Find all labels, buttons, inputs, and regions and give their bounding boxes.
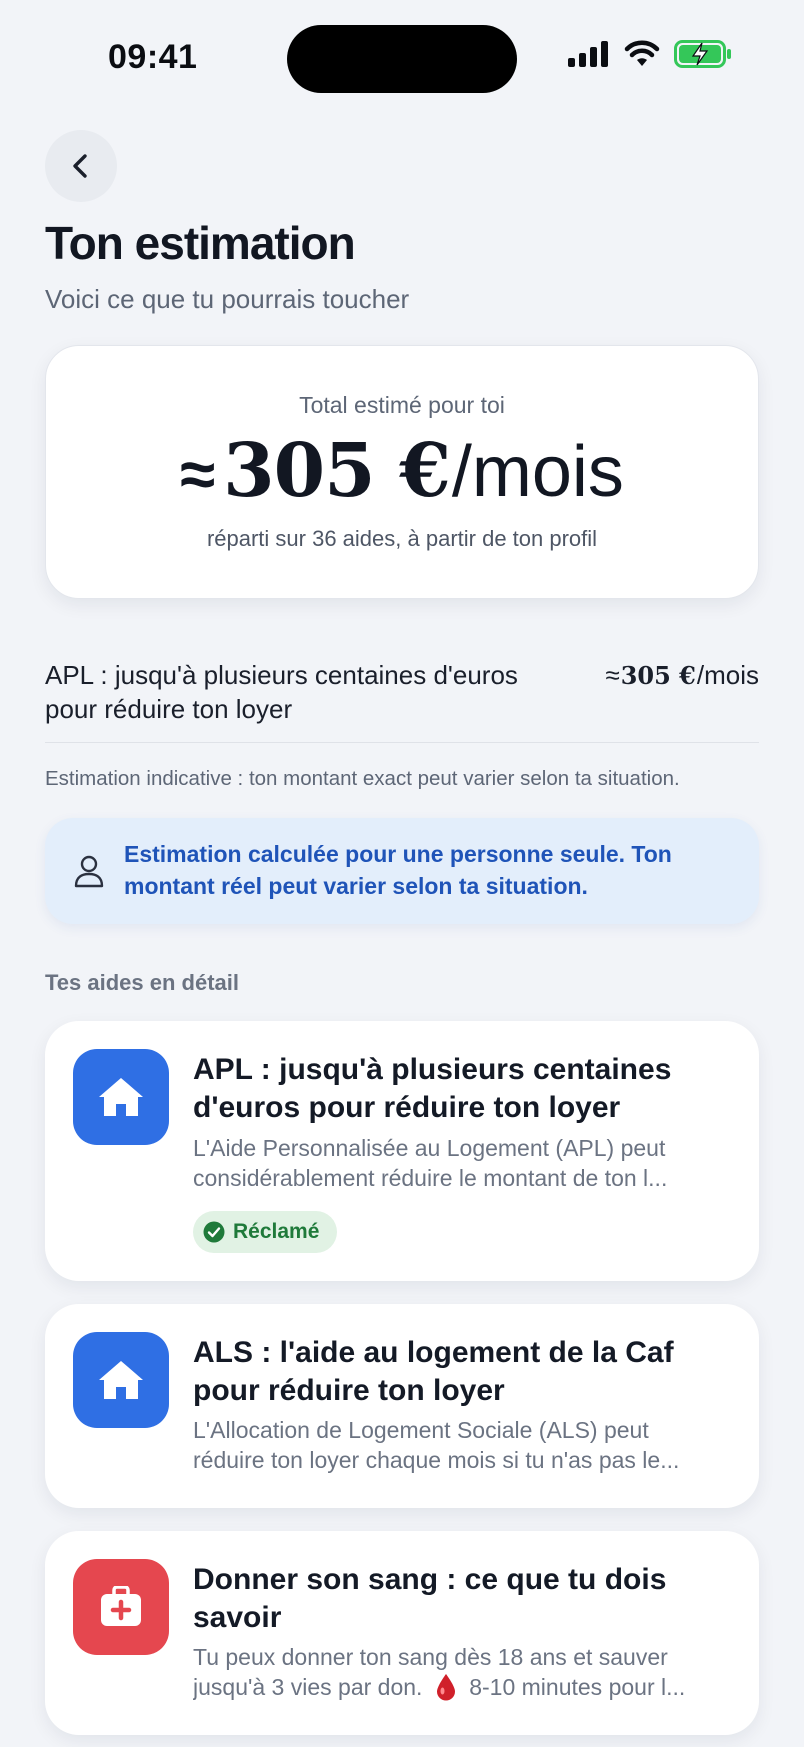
- aid-description: L'Aide Personnalisée au Logement (APL) p…: [193, 1133, 733, 1193]
- signal-icon: [568, 41, 608, 67]
- divider: [45, 742, 759, 743]
- total-amount-unit: /mois: [451, 432, 624, 512]
- breakdown-amount-unit: /mois: [696, 660, 759, 690]
- first-aid-kit-icon: [101, 1586, 141, 1626]
- check-circle-icon: [203, 1221, 225, 1243]
- aid-description-line: considérablement réduire le montant de t…: [193, 1165, 668, 1191]
- home-icon: [99, 1078, 143, 1116]
- info-banner-text: Estimation calculée pour une personne se…: [124, 841, 672, 899]
- battery-charging-icon: [674, 40, 731, 68]
- approx-symbol: ≈: [180, 438, 216, 510]
- person-icon: [74, 855, 104, 888]
- aid-icon-tile: [73, 1049, 169, 1145]
- status-icons: [568, 40, 732, 68]
- status-badge: Réclamé: [193, 1211, 338, 1253]
- page-subtitle: Voici ce que tu pourrais toucher: [45, 284, 410, 314]
- aid-title: Donner son sang : ce que tu dois savoir: [193, 1563, 667, 1634]
- blood-drop-icon: [436, 1674, 455, 1701]
- back-button[interactable]: [45, 130, 117, 202]
- breakdown-approx-symbol: ≈: [605, 660, 620, 690]
- aid-card-apl[interactable]: APL : jusqu'à plusieurs centaines d'euro…: [45, 1021, 759, 1281]
- aid-description-line: L'Allocation de Logement Sociale (ALS) p…: [193, 1417, 649, 1443]
- aid-card-blood-donation[interactable]: Donner son sang : ce que tu dois savoir …: [45, 1531, 759, 1735]
- aid-icon-tile: [73, 1559, 169, 1655]
- total-label: Total estimé pour toi: [299, 392, 505, 418]
- breakdown-label: APL : jusqu'à plusieurs centaines d'euro…: [45, 660, 518, 724]
- dynamic-island: [287, 25, 517, 93]
- aid-description-text: 8-10 minutes pour l...: [469, 1674, 686, 1700]
- aid-description-line: L'Aide Personnalisée au Logement (APL) p…: [193, 1135, 666, 1161]
- aid-icon-tile: [73, 1332, 169, 1428]
- aid-description-line: jusqu'à 3 vies par don. 8-10 minutes pou…: [193, 1672, 733, 1702]
- info-banner: Estimation calculée pour une personne se…: [45, 818, 759, 924]
- total-amount: ≈ 305 € /mois: [46, 428, 758, 514]
- aid-title: APL : jusqu'à plusieurs centaines d'euro…: [193, 1053, 672, 1124]
- page-title: Ton estimation: [45, 217, 356, 269]
- total-note: réparti sur 36 aides, à partir de ton pr…: [206, 526, 598, 551]
- section-title: Tes aides en détail: [45, 970, 240, 995]
- aid-title: ALS : l'aide au logement de la Caf pour …: [193, 1336, 674, 1407]
- status-time: 09:41: [108, 38, 198, 76]
- breakdown-amount: ≈ 305 € /mois: [605, 660, 759, 691]
- total-amount-value: 305 €: [223, 428, 451, 514]
- estimation-screen: 09:41 Ton estimation Voici ce que tu pou…: [0, 0, 804, 1747]
- aid-description: Tu peux donner ton sang dès 18 ans et sa…: [193, 1642, 733, 1702]
- wifi-icon: [624, 40, 660, 66]
- total-estimate-card: Total estimé pour toi ≈ 305 € /mois répa…: [45, 345, 759, 599]
- aid-description-line: Tu peux donner ton sang dès 18 ans et sa…: [193, 1644, 668, 1670]
- aid-card-als[interactable]: ALS : l'aide au logement de la Caf pour …: [45, 1304, 759, 1508]
- disclaimer-text: Estimation indicative : ton montant exac…: [45, 767, 680, 790]
- aid-description-text: jusqu'à 3 vies par don.: [193, 1674, 423, 1700]
- chevron-left-icon: [73, 154, 87, 178]
- aid-description-line: réduire ton loyer chaque mois si tu n'as…: [193, 1447, 680, 1473]
- aid-description: L'Allocation de Logement Sociale (ALS) p…: [193, 1415, 733, 1475]
- status-bar: 09:41: [0, 0, 804, 110]
- status-badge-label: Réclamé: [233, 1220, 320, 1243]
- home-icon: [99, 1361, 143, 1399]
- breakdown-amount-value: 305 €: [620, 661, 696, 690]
